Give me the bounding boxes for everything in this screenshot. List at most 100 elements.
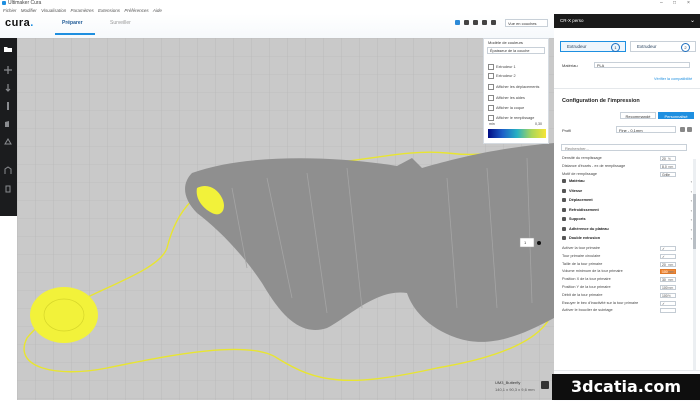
chevron-icon[interactable]: ‹: [691, 197, 692, 204]
extruder-select-icon[interactable]: [3, 184, 13, 194]
setting-row[interactable]: Tour primaire circulaire ✓: [562, 253, 687, 260]
minimize-button[interactable]: –: [660, 0, 663, 7]
settings-category[interactable]: Vitesse ‹: [562, 188, 692, 195]
settings-category[interactable]: Matériau ‹: [562, 178, 692, 185]
mode-recommended-button[interactable]: Recommandé: [620, 112, 656, 119]
chevron-icon[interactable]: ‹: [691, 226, 692, 233]
setting-row[interactable]: Débit de la tour primaire 100%: [562, 292, 687, 299]
setting-value-field[interactable]: ✓: [660, 245, 676, 251]
menu-view[interactable]: Visualisation: [41, 8, 66, 13]
settings-scrollbar[interactable]: [693, 159, 696, 379]
checkbox[interactable]: [488, 84, 494, 90]
checkbox[interactable]: [488, 95, 494, 101]
view-3d-icon[interactable]: [455, 20, 460, 25]
mode-custom-button[interactable]: Personnalisé: [658, 112, 694, 119]
check-label: Afficher les aides: [496, 96, 525, 100]
scale-tool-icon[interactable]: [3, 83, 13, 93]
checkbox[interactable]: [488, 115, 494, 121]
setting-value-field[interactable]: Grille: [660, 171, 676, 177]
settings-category[interactable]: Adhérence du plateau ‹: [562, 226, 692, 233]
check-show-travels[interactable]: Afficher les déplacements: [488, 84, 539, 90]
printer-selector-bar[interactable]: CR-X perso ⌄: [554, 14, 700, 28]
view-mode-select[interactable]: Vue en couches: [505, 19, 548, 27]
profile-select[interactable]: Fine - 0,1mm: [616, 126, 676, 133]
settings-search-input[interactable]: Rechercher...: [561, 144, 687, 151]
check-show-infill[interactable]: Afficher le remplissage: [488, 115, 534, 121]
check-label: Extrudeur 2: [496, 74, 516, 78]
category-icon: [562, 217, 566, 222]
3d-viewport[interactable]: [17, 38, 554, 400]
checkbox[interactable]: [488, 64, 494, 70]
view-left-icon[interactable]: [482, 20, 487, 25]
check-extruder-2[interactable]: Extrudeur 2: [488, 73, 516, 79]
chevron-icon[interactable]: ‹: [691, 188, 692, 195]
menu-settings[interactable]: Paramètres: [71, 8, 94, 13]
setting-value-field[interactable]: ✓: [660, 300, 676, 306]
profile-menu-icon[interactable]: [680, 127, 685, 132]
setting-row[interactable]: Densité du remplissage 20%: [562, 155, 687, 162]
maximize-button[interactable]: □: [673, 0, 676, 7]
app-icon: [2, 1, 6, 5]
menu-preferences[interactable]: Préférences: [124, 8, 148, 13]
reset-icon[interactable]: [687, 127, 692, 132]
checkbox[interactable]: [488, 73, 494, 79]
setting-row[interactable]: Distance d'écarts - ex de remplissage 8.0…: [562, 163, 687, 170]
check-show-shell[interactable]: Afficher la coque: [488, 105, 524, 111]
view-right-icon[interactable]: [491, 20, 496, 25]
left-toolbar: [0, 38, 17, 216]
open-file-icon[interactable]: [3, 44, 13, 54]
category-icon: [562, 236, 566, 241]
setting-row[interactable]: Activer la tour primaire ✓: [562, 245, 687, 252]
tab-monitor[interactable]: Surveiller: [110, 20, 131, 26]
menu-help[interactable]: Aide: [153, 8, 162, 13]
color-scheme-select[interactable]: Épaisseur de la couche: [487, 47, 545, 54]
settings-category[interactable]: Supports ‹: [562, 216, 692, 223]
layer-slider-dot[interactable]: [537, 241, 541, 245]
per-model-settings-icon[interactable]: [3, 137, 13, 147]
settings-category[interactable]: Déplacement ‹: [562, 197, 692, 204]
setting-row[interactable]: Motif de remplissage Grille: [562, 171, 687, 178]
rotate-tool-icon[interactable]: [3, 101, 13, 111]
chevron-icon[interactable]: ‹: [691, 216, 692, 223]
printer-name[interactable]: CR-X perso: [560, 18, 584, 23]
setting-label: Adhérence du plateau: [569, 226, 609, 231]
settings-category[interactable]: Double extrusion ‹: [562, 235, 692, 242]
material-select[interactable]: PLA: [594, 62, 690, 68]
chevron-icon[interactable]: ‹: [691, 207, 692, 214]
setting-row[interactable]: Volume minimum de la tour primaire 100 mm³: [562, 268, 687, 275]
move-tool-icon[interactable]: [3, 65, 13, 75]
tab-prepare[interactable]: Préparer: [62, 20, 83, 26]
check-show-helpers[interactable]: Afficher les aides: [488, 95, 525, 101]
support-blocker-icon[interactable]: [3, 166, 13, 176]
setting-row[interactable]: Activer le bouclier de suintage: [562, 307, 687, 314]
view-top-icon[interactable]: [473, 20, 478, 25]
object-list-icon[interactable]: [541, 381, 549, 389]
object-dimensions: 140,1 x 90,3 x 9,6 mm: [495, 387, 535, 392]
setting-label: Volume minimum de la tour primaire: [562, 269, 623, 274]
extruder-1-tab[interactable]: Extrudeur 1: [560, 41, 626, 52]
mirror-tool-icon[interactable]: [3, 119, 13, 129]
chevron-icon[interactable]: ‹: [691, 235, 692, 242]
menu-file[interactable]: Fichier: [3, 8, 17, 13]
layer-slider-handle[interactable]: [519, 237, 535, 248]
extruder-2-tab[interactable]: Extrudeur 2: [630, 41, 696, 52]
setting-value-field[interactable]: ✓: [660, 253, 676, 259]
setting-value-field[interactable]: [660, 308, 676, 314]
close-button[interactable]: ×: [687, 0, 690, 7]
setting-row[interactable]: Essuyer le bec d'inactivité sur la tour …: [562, 300, 687, 307]
menu-edit[interactable]: Modifier: [21, 8, 37, 13]
menu-extensions[interactable]: Extensions: [98, 8, 120, 13]
scrollbar-thumb[interactable]: [693, 194, 696, 249]
setting-row[interactable]: Taille de la tour primaire 20 mm: [562, 261, 687, 268]
setting-row[interactable]: Position Y de la tour primaire 100 mm: [562, 284, 687, 291]
chevron-icon[interactable]: ‹: [691, 178, 692, 185]
check-label: Afficher le remplissage: [496, 116, 535, 120]
checkbox[interactable]: [488, 105, 494, 111]
extruder-label: Extrudeur: [567, 44, 587, 49]
view-front-icon[interactable]: [464, 20, 469, 25]
check-extruder-1[interactable]: Extrudeur 1: [488, 64, 516, 70]
compatibility-link[interactable]: Vérifier la compatibilité: [654, 77, 692, 81]
setting-row[interactable]: Position X de la tour primaire 30 mm: [562, 276, 687, 283]
settings-category[interactable]: Refroidissement ‹: [562, 207, 692, 214]
chevron-down-icon[interactable]: ⌄: [690, 17, 695, 24]
